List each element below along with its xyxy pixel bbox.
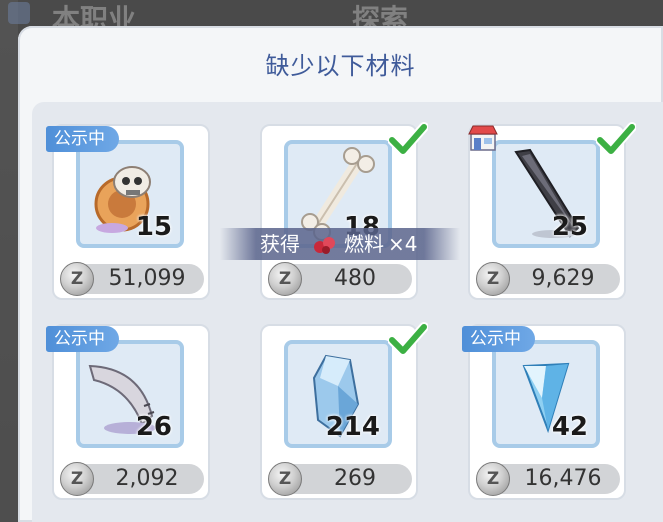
- zeny-coin-icon: Z: [476, 462, 510, 496]
- check-icon: [596, 122, 636, 156]
- material-slot[interactable]: 25: [492, 140, 600, 248]
- status-badge: 公示中: [462, 326, 535, 352]
- toast-item: 燃料: [344, 232, 384, 256]
- item-quantity: 26: [135, 412, 172, 442]
- material-slot[interactable]: 15: [76, 140, 184, 248]
- status-badge: 公示中: [46, 126, 119, 152]
- background-frame: [0, 0, 18, 522]
- price-bar: Z 16,476: [476, 462, 620, 496]
- item-quantity: 214: [325, 412, 380, 442]
- material-slot[interactable]: 42: [492, 340, 600, 448]
- status-badge: 公示中: [46, 326, 119, 352]
- check-icon: [388, 322, 428, 356]
- price-bar: Z 269: [268, 462, 412, 496]
- zeny-coin-icon: Z: [268, 262, 302, 296]
- material-card[interactable]: 26 公示中 Z 2,092: [46, 324, 210, 500]
- fuel-icon: [314, 237, 335, 254]
- price-bar: Z 480: [268, 262, 412, 296]
- dialog-title: 缺少以下材料: [265, 52, 416, 80]
- price-bar: Z 2,092: [60, 462, 204, 496]
- material-card[interactable]: 42 公示中 Z 16,476: [462, 324, 626, 500]
- item-quantity: 42: [551, 412, 588, 442]
- item-price: 16,476: [524, 466, 602, 491]
- material-card[interactable]: 214 Z 269: [260, 322, 428, 500]
- item-price: 51,099: [108, 266, 186, 291]
- reward-toast: 获得 燃料 ×4: [220, 228, 460, 260]
- price-bar: Z 51,099: [60, 262, 204, 296]
- material-slot[interactable]: 26: [76, 340, 184, 448]
- material-slot[interactable]: 214: [284, 340, 392, 448]
- zeny-coin-icon: Z: [60, 462, 94, 496]
- background-checkbox: [8, 2, 30, 24]
- item-quantity: 25: [551, 212, 588, 242]
- item-price: 9,629: [531, 266, 595, 291]
- material-card[interactable]: 15 公示中 Z 51,099: [46, 124, 210, 300]
- missing-materials-dialog: 缺少以下材料 15 公示中 Z 51,099 18 Z 480 25 Z 9,6…: [18, 26, 663, 522]
- check-icon: [388, 122, 428, 156]
- toast-prefix: 获得: [260, 232, 300, 256]
- price-bar: Z 9,629: [476, 262, 620, 296]
- shop-icon: [468, 125, 498, 151]
- item-quantity: 15: [135, 212, 172, 242]
- zeny-coin-icon: Z: [60, 262, 94, 296]
- toast-count: ×4: [388, 232, 418, 256]
- materials-panel: 15 公示中 Z 51,099 18 Z 480 25 Z 9,629 26 公…: [32, 102, 663, 522]
- zeny-coin-icon: Z: [476, 262, 510, 296]
- item-price: 480: [334, 266, 376, 291]
- zeny-coin-icon: Z: [268, 462, 302, 496]
- item-price: 2,092: [115, 466, 179, 491]
- material-card[interactable]: 18 Z 480: [260, 122, 428, 300]
- item-price: 269: [334, 466, 376, 491]
- material-card[interactable]: 25 Z 9,629: [468, 122, 636, 300]
